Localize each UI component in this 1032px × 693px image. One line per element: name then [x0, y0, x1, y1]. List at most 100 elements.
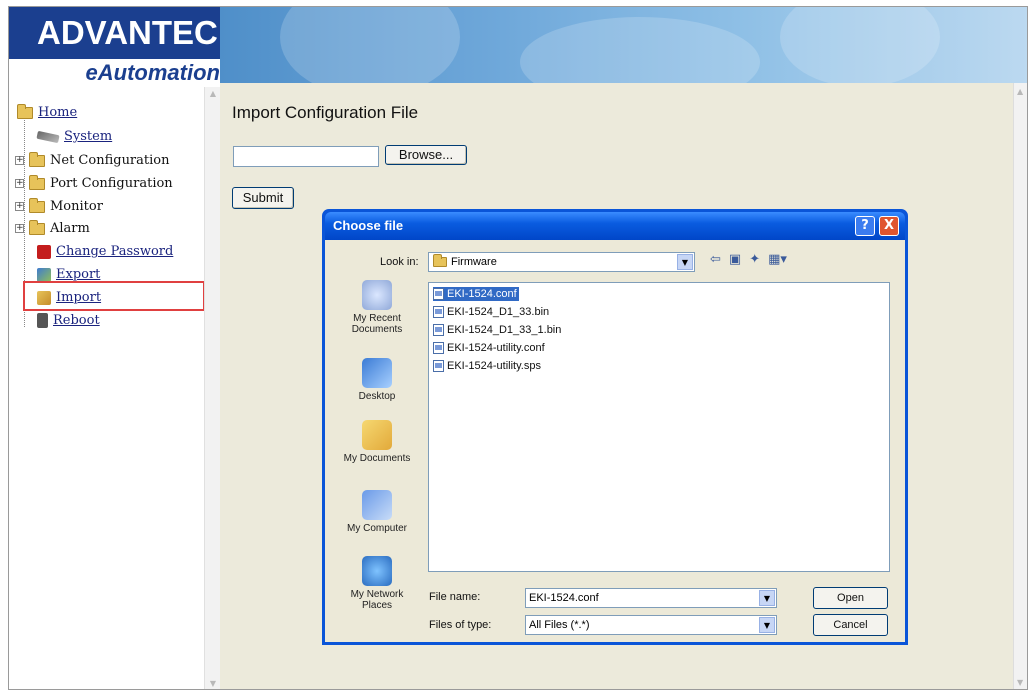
folder-icon [29, 197, 45, 213]
expand-icon[interactable]: + [15, 202, 24, 211]
scroll-up-icon[interactable]: ▲ [1017, 87, 1023, 96]
file-item[interactable]: EKI-1524-utility.sps [433, 359, 543, 373]
browser-frame: ADVANTECH eAutomation Home System + Net … [8, 6, 1028, 690]
scroll-down-icon[interactable]: ▼ [1017, 678, 1023, 687]
file-name: EKI-1524.conf [447, 288, 517, 300]
file-icon [433, 324, 444, 336]
nav-port-configuration-label[interactable]: Port Configuration [50, 176, 173, 191]
back-icon[interactable]: ⇦ [710, 252, 721, 267]
file-item[interactable]: EKI-1524_D1_33_1.bin [433, 323, 563, 337]
dialog-toolbar: ⇦ ▣ ✦ ▦▾ [710, 252, 787, 267]
import-highlight-box [23, 281, 205, 311]
file-name: EKI-1524-utility.sps [447, 360, 541, 372]
submit-button[interactable]: Submit [232, 187, 294, 209]
file-name: EKI-1524-utility.conf [447, 342, 545, 354]
expand-icon[interactable]: + [15, 224, 24, 233]
file-icon [433, 306, 444, 318]
files-of-type-value: All Files (*.*) [529, 619, 590, 631]
files-of-type-select[interactable]: All Files (*.*) ▼ [525, 615, 777, 635]
place-label: My Recent Documents [351, 313, 403, 335]
sidebar-scrollbar[interactable]: ▲ ▼ [204, 87, 220, 689]
open-button[interactable]: Open [813, 587, 888, 609]
choose-file-dialog: Choose file ? X Look in: Firmware ▼ ⇦ ▣ … [322, 209, 908, 645]
file-icon [433, 360, 444, 372]
file-item[interactable]: EKI-1524-utility.conf [433, 341, 547, 355]
nav-system[interactable]: System [36, 129, 112, 144]
nav-system-label[interactable]: System [64, 129, 112, 144]
recent-documents-icon [362, 280, 392, 310]
place-label: My Network Places [350, 589, 404, 611]
file-list[interactable]: EKI-1524.conf EKI-1524_D1_33.bin EKI-152… [428, 282, 890, 572]
expand-icon[interactable]: + [15, 156, 24, 165]
view-menu-icon[interactable]: ▦▾ [768, 252, 787, 267]
scroll-down-icon[interactable]: ▼ [208, 679, 218, 689]
chevron-down-icon[interactable]: ▼ [677, 254, 693, 270]
help-icon[interactable]: ? [855, 216, 875, 236]
place-my-computer[interactable]: My Computer [337, 490, 417, 534]
file-item[interactable]: EKI-1524.conf [433, 287, 519, 301]
up-folder-icon[interactable]: ▣ [729, 252, 741, 267]
folder-open-icon [17, 103, 33, 119]
nav-alarm[interactable]: + Alarm [15, 219, 90, 236]
nav-export[interactable]: Export [37, 267, 100, 282]
place-network[interactable]: My Network Places [337, 556, 417, 611]
nav-net-configuration-label[interactable]: Net Configuration [50, 153, 169, 168]
nav-monitor[interactable]: + Monitor [15, 197, 103, 214]
dialog-titlebar[interactable]: Choose file ? X [325, 212, 905, 240]
file-item[interactable]: EKI-1524_D1_33.bin [433, 305, 551, 319]
look-in-select[interactable]: Firmware ▼ [428, 252, 695, 272]
file-name-value: EKI-1524.conf [529, 592, 599, 604]
place-label: My Computer [346, 523, 407, 534]
folder-icon [29, 151, 45, 167]
cable-icon [36, 130, 60, 143]
new-folder-icon[interactable]: ✦ [749, 252, 760, 267]
nav-port-configuration[interactable]: + Port Configuration [15, 174, 173, 191]
close-icon[interactable]: X [879, 216, 899, 236]
nav-home-label[interactable]: Home [38, 105, 77, 120]
page-title: Import Configuration File [232, 103, 419, 122]
chevron-down-icon[interactable]: ▼ [759, 617, 775, 633]
sidebar-nav: Home System + Net Configuration + Port C… [9, 87, 220, 689]
content-scrollbar[interactable]: ▲ ▼ [1013, 83, 1027, 689]
file-name: EKI-1524_D1_33_1.bin [447, 324, 562, 336]
nav-change-password-label[interactable]: Change Password [56, 244, 173, 259]
place-label: Desktop [358, 391, 396, 402]
brand-name: ADVANTECH [9, 7, 242, 59]
my-computer-icon [362, 490, 392, 520]
file-name-label: File name: [429, 591, 481, 603]
folder-icon [29, 219, 45, 235]
file-name-field[interactable]: EKI-1524.conf ▼ [525, 588, 777, 608]
lock-icon [37, 244, 51, 259]
folder-icon [433, 254, 447, 267]
export-icon [37, 267, 51, 282]
header-banner [220, 7, 1027, 83]
place-desktop[interactable]: Desktop [337, 358, 417, 402]
file-path-input[interactable] [233, 146, 379, 167]
network-places-icon [362, 556, 392, 586]
nav-home[interactable]: Home [17, 103, 77, 120]
browse-button[interactable]: Browse... [385, 145, 467, 165]
folder-icon [29, 174, 45, 190]
my-documents-icon [362, 420, 392, 450]
place-my-documents[interactable]: My Documents [337, 420, 417, 464]
nav-change-password[interactable]: Change Password [37, 244, 173, 259]
cancel-button[interactable]: Cancel [813, 614, 888, 636]
nav-reboot-label[interactable]: Reboot [53, 313, 100, 328]
expand-icon[interactable]: + [15, 179, 24, 188]
files-of-type-label: Files of type: [429, 619, 492, 631]
nav-alarm-label[interactable]: Alarm [50, 221, 90, 236]
nav-monitor-label[interactable]: Monitor [50, 199, 103, 214]
nav-reboot[interactable]: Reboot [37, 313, 100, 328]
place-recent[interactable]: My Recent Documents [337, 280, 417, 335]
look-in-value: Firmware [451, 256, 497, 268]
nav-export-label[interactable]: Export [56, 267, 100, 282]
file-icon [433, 288, 444, 300]
file-icon [433, 342, 444, 354]
scroll-up-icon[interactable]: ▲ [208, 89, 218, 99]
nav-net-configuration[interactable]: + Net Configuration [15, 151, 169, 168]
dialog-title: Choose file [333, 218, 404, 233]
place-label: My Documents [343, 453, 411, 464]
brand-tagline: eAutomation [85, 60, 220, 85]
chevron-down-icon[interactable]: ▼ [759, 590, 775, 606]
logo: ADVANTECH eAutomation [9, 7, 242, 87]
